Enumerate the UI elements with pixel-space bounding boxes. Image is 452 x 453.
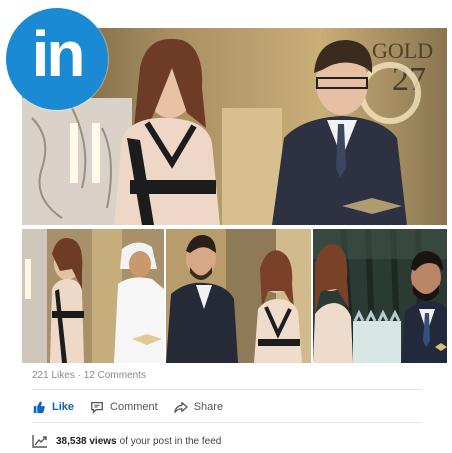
post-photo-3[interactable]: [166, 229, 311, 363]
linkedin-logo-text: in: [31, 18, 86, 90]
like-label: Like: [52, 401, 75, 413]
post-photo-2[interactable]: [22, 229, 164, 363]
post-views[interactable]: 38,538 views of your post in the feed: [32, 434, 221, 448]
share-button[interactable]: Share: [173, 400, 224, 414]
divider: [32, 422, 422, 423]
share-label: Share: [193, 401, 224, 413]
analytics-icon: [32, 435, 47, 448]
likes-count[interactable]: 221 Likes: [32, 370, 75, 381]
share-icon: [173, 401, 188, 413]
divider: [32, 389, 422, 390]
views-suffix: of your post in the feed: [119, 435, 222, 447]
views-count: 38,538 views: [56, 435, 117, 447]
comments-count[interactable]: 12 Comments: [84, 370, 146, 381]
comment-icon: [91, 401, 103, 414]
comment-button[interactable]: Comment: [90, 400, 158, 414]
linkedin-logo: in: [6, 8, 108, 110]
like-icon: [33, 401, 45, 414]
gold-sign-text: GOLD: [372, 38, 433, 63]
post-stats: 221 Likes · 12 Comments: [32, 370, 146, 381]
post-actions: Like Comment Share: [32, 398, 239, 416]
post-photo-4[interactable]: [313, 229, 447, 363]
comment-label: Comment: [110, 401, 158, 413]
like-button[interactable]: Like: [32, 400, 74, 414]
stats-separator: ·: [77, 370, 81, 381]
